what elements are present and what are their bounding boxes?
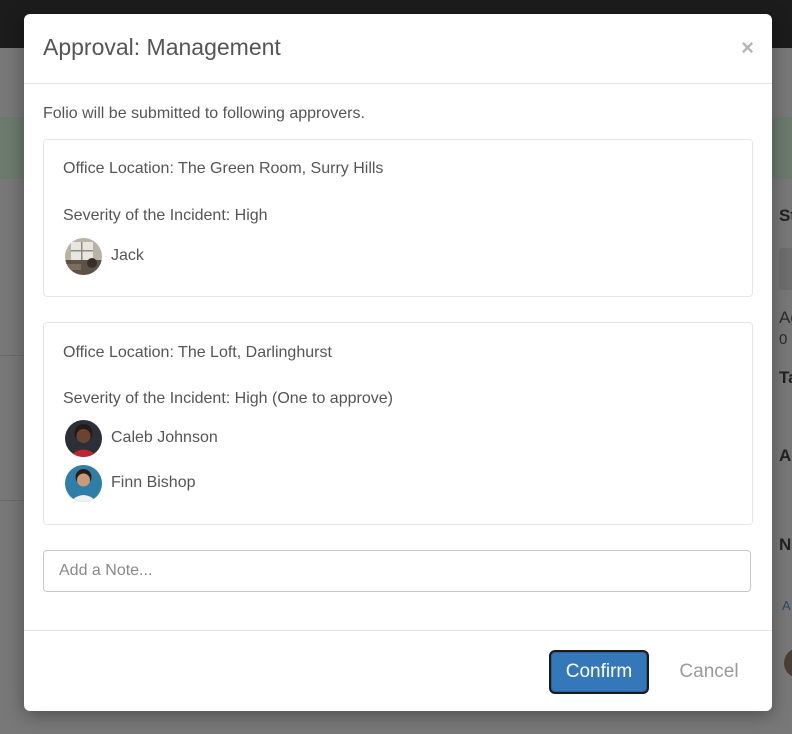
background-heading-fragment: N — [779, 535, 792, 554]
office-location-label: Office Location: The Loft, Darlinghurst — [63, 344, 332, 361]
close-icon[interactable]: × — [741, 36, 754, 60]
modal-footer: Confirm Cancel — [24, 630, 772, 712]
avatar — [65, 419, 102, 457]
approver-group: Office Location: The Loft, Darlinghurst … — [43, 322, 753, 525]
background-label-fragment: Ag — [779, 308, 792, 327]
approver-name: Finn Bishop — [111, 474, 196, 491]
background-heading-fragment: A — [779, 446, 792, 465]
approver-group: Office Location: The Green Room, Surry H… — [43, 139, 753, 297]
approver-item: Jack — [65, 237, 144, 275]
modal-title: Approval: Management — [43, 34, 281, 60]
avatar — [65, 464, 102, 502]
severity-label: Severity of the Incident: High (One to a… — [63, 390, 393, 407]
approver-item: Caleb Johnson — [65, 419, 218, 457]
intro-text: Folio will be submitted to following app… — [43, 105, 365, 122]
avatar-photo-icon — [65, 464, 102, 502]
avatar — [65, 237, 102, 275]
modal-header: Approval: Management × — [24, 14, 772, 84]
avatar-photo-icon — [65, 419, 102, 457]
background-value-fragment: 0 — [779, 331, 788, 348]
approver-item: Finn Bishop — [65, 464, 196, 502]
confirm-button[interactable]: Confirm — [551, 652, 647, 692]
note-input[interactable] — [43, 550, 751, 592]
approver-name: Caleb Johnson — [111, 429, 218, 446]
background-link-fragment: A — [782, 598, 791, 613]
cancel-button[interactable]: Cancel — [669, 652, 749, 692]
approver-name: Jack — [111, 247, 144, 264]
avatar-photo-icon — [65, 237, 102, 275]
office-location-label: Office Location: The Green Room, Surry H… — [63, 160, 384, 177]
background-heading-fragment: Ta — [779, 368, 792, 387]
background-field — [779, 248, 792, 290]
background-heading-fragment: St — [779, 206, 792, 225]
approval-modal: Approval: Management × Folio will be sub… — [24, 14, 772, 711]
severity-label: Severity of the Incident: High — [63, 207, 268, 224]
